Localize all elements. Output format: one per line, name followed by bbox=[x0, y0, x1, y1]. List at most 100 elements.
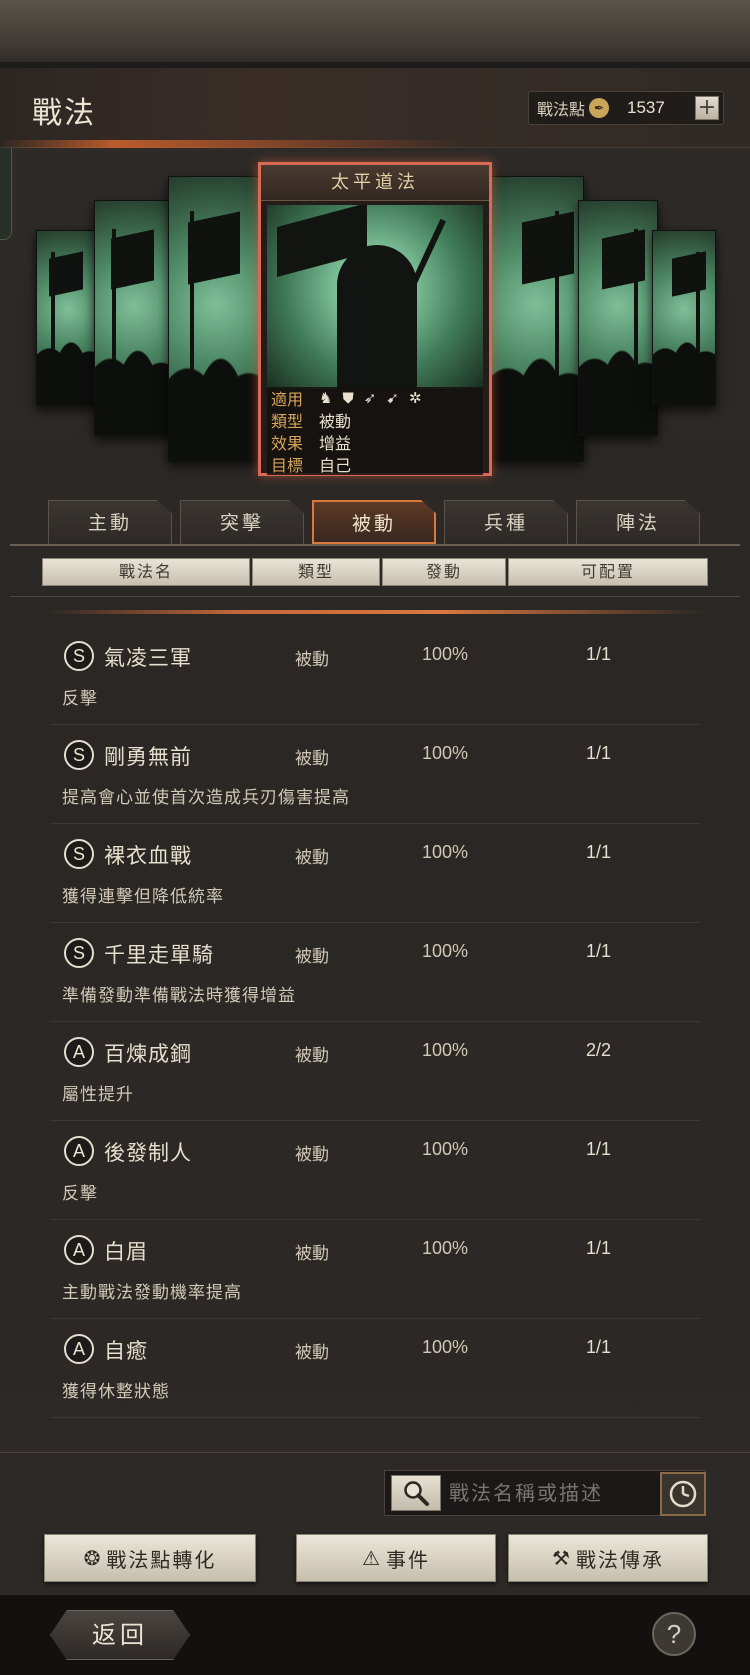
list-glow bbox=[46, 610, 706, 614]
history-button[interactable] bbox=[660, 1472, 706, 1516]
tactic-rate: 100% bbox=[422, 1238, 469, 1258]
column-header-slots[interactable]: 可配置 bbox=[508, 558, 708, 586]
tactic-name: 裸衣血戰 bbox=[104, 844, 192, 868]
tactic-name: 自癒 bbox=[104, 1339, 148, 1363]
tactic-type: 被動 bbox=[295, 947, 329, 967]
tactic-type: 被動 bbox=[295, 650, 329, 670]
tactic-slots: 1/1 bbox=[586, 644, 612, 664]
attr-row-target: 目標 自己 bbox=[267, 453, 483, 475]
flame-icon: ❂ bbox=[83, 1546, 103, 1570]
search-input[interactable] bbox=[449, 1481, 639, 1505]
tab-assault[interactable]: 突擊 bbox=[180, 500, 304, 544]
list-item[interactable]: S 氣凌三軍 被動 100% 1/1 反擊 bbox=[50, 626, 700, 725]
list-item[interactable]: A 後發制人 被動 100% 1/1 反擊 bbox=[50, 1121, 700, 1220]
tab-active[interactable]: 主動 bbox=[48, 500, 172, 544]
tactic-rate: 100% bbox=[422, 1337, 469, 1357]
featured-tactic-card[interactable]: 太平道法 適用 ♞ ⛊ ➶ ➹ ✲ 類型 被動 效果 增益 目標 自己 bbox=[258, 162, 492, 476]
tactic-rate: 100% bbox=[422, 644, 469, 664]
list-item[interactable]: S 千里走單騎 被動 100% 1/1 準備發動準備戰法時獲得增益 bbox=[50, 923, 700, 1022]
category-tabs: 主動 突擊 被動 兵種 陣法 bbox=[48, 500, 728, 546]
column-header-name[interactable]: 戰法名 bbox=[42, 558, 250, 586]
clock-icon bbox=[669, 1480, 697, 1508]
tactic-slots: 2/2 bbox=[586, 1040, 612, 1060]
points-label: 戰法點 bbox=[537, 100, 586, 119]
tactic-desc: 獲得休整狀態 bbox=[62, 1382, 170, 1402]
tabs-divider bbox=[10, 544, 740, 546]
tactic-type: 被動 bbox=[295, 1244, 329, 1264]
grade-badge: S bbox=[64, 938, 94, 968]
header-glow bbox=[0, 140, 460, 148]
tactic-name: 氣凌三軍 bbox=[104, 646, 192, 670]
search-icon bbox=[404, 1481, 429, 1506]
tactic-rate: 100% bbox=[422, 743, 469, 763]
grade-badge: S bbox=[64, 740, 94, 770]
top-decoration bbox=[0, 0, 750, 68]
shield-icon: ⛊ bbox=[342, 389, 354, 407]
tactic-desc: 主動戰法發動機率提高 bbox=[62, 1283, 242, 1303]
tactic-name: 千里走單騎 bbox=[104, 943, 214, 967]
attr-key: 效果 bbox=[271, 434, 304, 453]
event-button[interactable]: ⚠ 事件 bbox=[296, 1534, 496, 1582]
attr-value: 增益 bbox=[319, 434, 352, 453]
tactic-desc: 反擊 bbox=[62, 689, 98, 709]
convert-points-button[interactable]: ❂ 戰法點轉化 bbox=[44, 1534, 256, 1582]
carousel-card[interactable] bbox=[578, 200, 658, 436]
tactic-rate: 100% bbox=[422, 941, 469, 961]
column-header-type[interactable]: 類型 bbox=[252, 558, 380, 586]
attr-row-type: 類型 被動 bbox=[267, 409, 483, 431]
tab-troop[interactable]: 兵種 bbox=[444, 500, 568, 544]
attr-value: 自己 bbox=[319, 456, 352, 475]
list-item[interactable]: A 百煉成鋼 被動 100% 2/2 屬性提升 bbox=[50, 1022, 700, 1121]
add-points-button[interactable]: + bbox=[695, 96, 719, 120]
tactic-type: 被動 bbox=[295, 1145, 329, 1165]
column-header-trigger[interactable]: 發動 bbox=[382, 558, 506, 586]
back-button[interactable]: 返回 bbox=[50, 1610, 190, 1660]
grade-badge: A bbox=[64, 1136, 94, 1166]
tactic-slots: 1/1 bbox=[586, 1337, 612, 1357]
bow-icon: ➶ bbox=[363, 389, 377, 407]
tactic-slots: 1/1 bbox=[586, 842, 612, 862]
list-item[interactable]: A 白眉 被動 100% 1/1 主動戰法發動機率提高 bbox=[50, 1220, 700, 1319]
help-button[interactable]: ? bbox=[652, 1612, 696, 1656]
tactic-name: 白眉 bbox=[104, 1240, 148, 1264]
attr-value: 被動 bbox=[319, 412, 352, 431]
carousel-card[interactable] bbox=[168, 176, 264, 462]
alert-icon: ⚠ bbox=[362, 1546, 382, 1570]
tactic-rate: 100% bbox=[422, 1040, 469, 1060]
convert-points-label: 戰法點轉化 bbox=[106, 1547, 217, 1572]
featured-tactic-name: 太平道法 bbox=[261, 165, 489, 201]
carousel-card[interactable] bbox=[652, 230, 716, 406]
tactic-points-display: 戰法點 ✒ 1537 + bbox=[528, 91, 724, 125]
points-value: 1537 bbox=[627, 98, 665, 117]
attr-key: 適用 bbox=[271, 390, 304, 409]
inherit-tactic-label: 戰法傳承 bbox=[575, 1547, 664, 1572]
tactic-desc: 屬性提升 bbox=[62, 1085, 134, 1105]
list-item[interactable]: S 裸衣血戰 被動 100% 1/1 獲得連擊但降低統率 bbox=[50, 824, 700, 923]
column-divider bbox=[10, 596, 740, 597]
tab-formation[interactable]: 陣法 bbox=[576, 500, 700, 544]
page-title: 戰法 bbox=[32, 96, 96, 131]
grade-badge: A bbox=[64, 1235, 94, 1265]
tactic-desc: 準備發動準備戰法時獲得增益 bbox=[62, 986, 296, 1006]
carousel-card[interactable] bbox=[94, 200, 174, 436]
tactic-type: 被動 bbox=[295, 1046, 329, 1066]
tactic-slots: 1/1 bbox=[586, 743, 612, 763]
search-button[interactable] bbox=[391, 1475, 441, 1511]
cavalry-icon: ♞ bbox=[319, 389, 333, 407]
attr-row-effect: 效果 增益 bbox=[267, 431, 483, 453]
inherit-tactic-button[interactable]: ⚒ 戰法傳承 bbox=[508, 1534, 708, 1582]
tactic-type: 被動 bbox=[295, 1343, 329, 1363]
tactic-list[interactable]: S 氣凌三軍 被動 100% 1/1 反擊 S 剛勇無前 被動 100% 1/1… bbox=[50, 626, 700, 1440]
tab-passive[interactable]: 被動 bbox=[312, 500, 436, 544]
carousel-card[interactable] bbox=[36, 230, 100, 406]
tactic-rate: 100% bbox=[422, 842, 469, 862]
carousel-card[interactable] bbox=[488, 176, 584, 462]
tactic-desc: 提高會心並使首次造成兵刃傷害提高 bbox=[62, 788, 350, 808]
grade-badge: S bbox=[64, 839, 94, 869]
attr-key: 目標 bbox=[271, 456, 304, 475]
list-item[interactable]: A 自癒 被動 100% 1/1 獲得休整狀態 bbox=[50, 1319, 700, 1418]
list-item[interactable]: S 剛勇無前 被動 100% 1/1 提高會心並使首次造成兵刃傷害提高 bbox=[50, 725, 700, 824]
grade-badge: A bbox=[64, 1037, 94, 1067]
tactic-type: 被動 bbox=[295, 749, 329, 769]
event-label: 事件 bbox=[385, 1547, 430, 1572]
